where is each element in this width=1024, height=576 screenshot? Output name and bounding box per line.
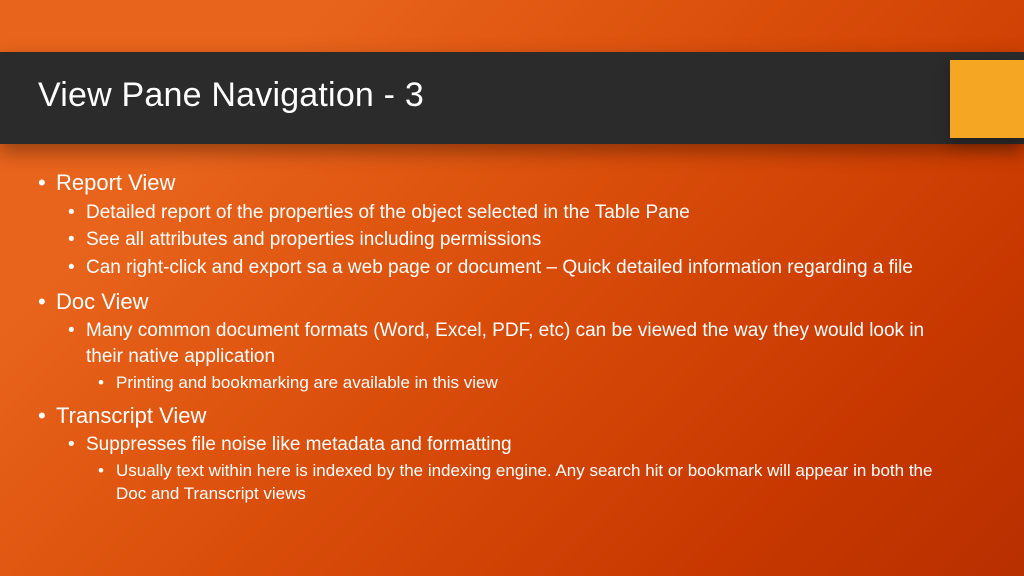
slide-content: Report View Detailed report of the prope… xyxy=(38,168,964,512)
sub-bullet-text: Usually text within here is indexed by t… xyxy=(116,460,964,506)
sub-bullet-item: Printing and bookmarking are available i… xyxy=(98,372,964,395)
bullet-item: Suppresses file noise like metadata and … xyxy=(68,432,964,506)
bullet-item: Can right-click and export sa a web page… xyxy=(68,255,964,281)
bullet-text: Detailed report of the properties of the… xyxy=(86,200,964,226)
sub-bullet-item: Usually text within here is indexed by t… xyxy=(98,460,964,506)
bullet-item: Detailed report of the properties of the… xyxy=(68,200,964,226)
section-transcript-view: Transcript View Suppresses file noise li… xyxy=(38,401,964,506)
sub-bullet-text: Printing and bookmarking are available i… xyxy=(116,372,964,395)
bullet-text: Many common document formats (Word, Exce… xyxy=(86,318,964,369)
section-doc-view: Doc View Many common document formats (W… xyxy=(38,287,964,395)
bullet-text: Can right-click and export sa a web page… xyxy=(86,255,964,281)
bullet-text: Suppresses file noise like metadata and … xyxy=(86,432,964,458)
slide-title: View Pane Navigation - 3 xyxy=(38,76,424,115)
section-heading: Doc View xyxy=(56,287,964,317)
section-heading: Report View xyxy=(56,168,964,198)
accent-block xyxy=(950,60,1024,138)
bullet-text: See all attributes and properties includ… xyxy=(86,227,964,253)
bullet-item: See all attributes and properties includ… xyxy=(68,227,964,253)
section-report-view: Report View Detailed report of the prope… xyxy=(38,168,964,281)
bullet-item: Many common document formats (Word, Exce… xyxy=(68,318,964,394)
section-heading: Transcript View xyxy=(56,401,964,431)
